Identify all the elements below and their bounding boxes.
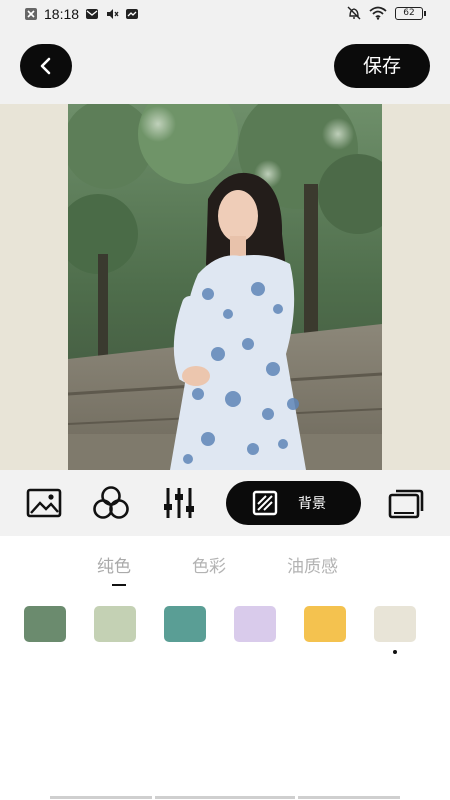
selected-swatch-indicator [393,650,397,654]
swatch-6[interactable] [374,606,416,642]
back-button[interactable] [20,44,72,88]
swatch-4[interactable] [234,606,276,642]
filter-tool-button[interactable] [92,484,130,522]
alarm-off-icon [347,6,361,20]
tab-indicator [112,584,126,586]
image-icon [26,488,62,518]
filter-circles-icon [93,486,129,519]
status-right: 62 [347,6,426,20]
bottom-nav-hint [0,796,450,800]
swatch-2[interactable] [94,606,136,642]
close-box-icon [25,8,37,20]
color-swatches [0,606,450,666]
status-left: 18:18 [24,6,139,22]
tab-solid-color[interactable]: 纯色 [97,552,131,577]
layers-button[interactable] [387,484,425,522]
tab-oil-texture[interactable]: 油质感 [287,552,338,577]
status-time: 18:18 [44,6,80,22]
chevron-left-icon [40,57,51,75]
mail-icon [86,9,99,19]
swatch-5[interactable] [304,606,346,642]
nav-line-2 [155,796,295,799]
header-bar: 保存 [0,30,450,104]
portrait-photo [68,104,382,470]
battery-tip [424,10,426,16]
nav-line-3 [298,796,400,799]
adjust-tool-button[interactable] [160,484,198,522]
edit-toolbar: 背景 [0,470,450,536]
image-tool-button[interactable] [25,484,63,522]
wifi-icon [369,6,387,20]
mute-icon [107,9,119,19]
battery-icon: 62 [395,6,426,20]
layers-icon [388,489,424,519]
background-stripes-icon [252,490,278,516]
tab-color[interactable]: 色彩 [192,552,226,577]
sliders-icon [164,488,194,518]
background-tabs: 纯色 色彩 油质感 [0,536,450,588]
nav-line-1 [50,796,152,799]
battery-level: 62 [395,6,423,20]
edit-canvas[interactable] [0,104,450,470]
save-button[interactable]: 保存 [334,44,430,88]
swatch-1[interactable] [24,606,66,642]
swatch-3[interactable] [164,606,206,642]
background-button[interactable]: 背景 [226,481,361,525]
background-button-label: 背景 [298,496,326,512]
message-icon [126,9,139,19]
status-bar: 18:18 62 [0,0,450,30]
